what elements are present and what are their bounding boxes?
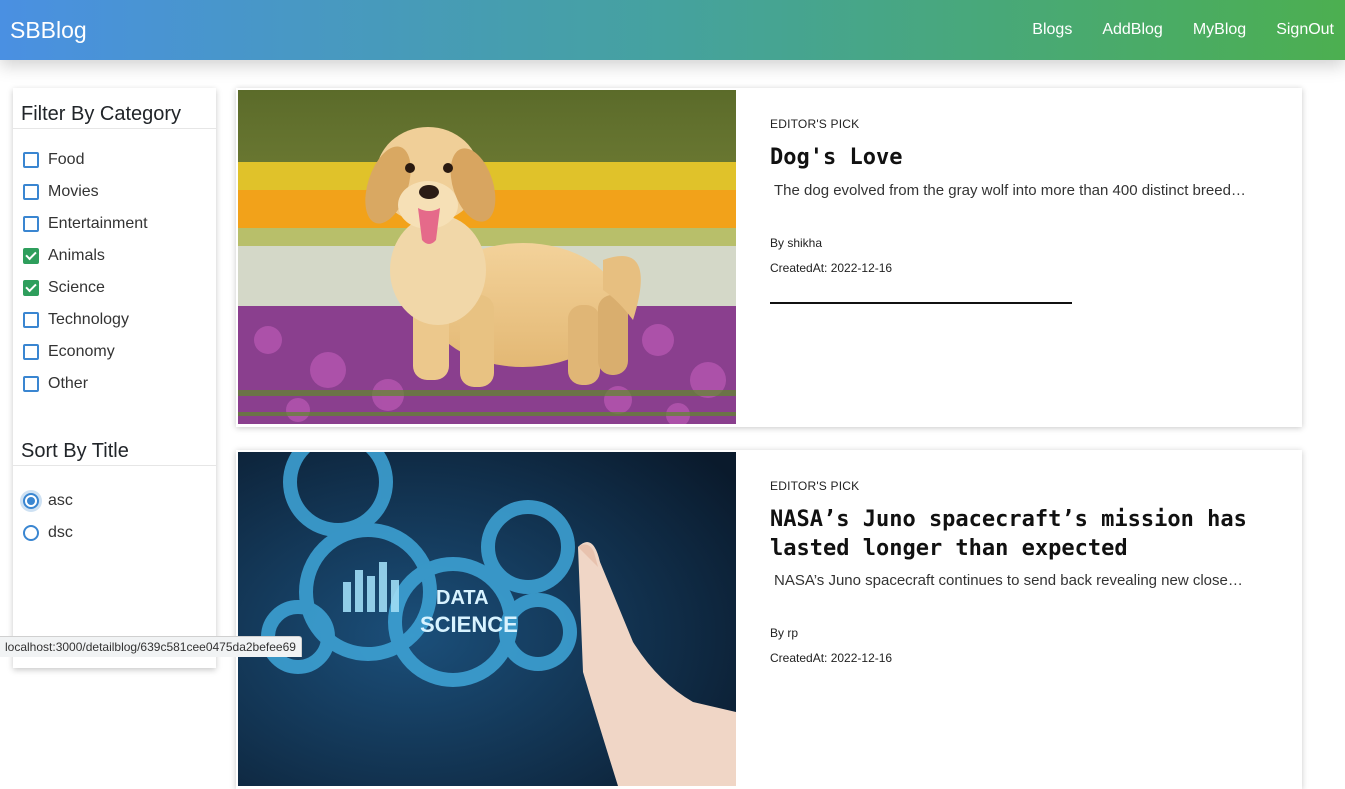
radio-dsc[interactable] xyxy=(23,525,39,541)
nav-link-addblog[interactable]: AddBlog xyxy=(1102,20,1163,40)
category-label: Economy xyxy=(48,343,115,360)
blog-card[interactable]: EDITOR'S PICK Dog's Love The dog evolved… xyxy=(236,88,1302,427)
sort-divider xyxy=(13,465,216,466)
nav-link-blogs[interactable]: Blogs xyxy=(1032,20,1072,40)
data-science-photo[interactable]: DATA SCIENCE xyxy=(238,452,736,786)
data-science-illustration: DATA SCIENCE xyxy=(238,452,736,786)
nav-link-signout[interactable]: SignOut xyxy=(1276,20,1334,40)
svg-text:SCIENCE: SCIENCE xyxy=(420,612,518,637)
post-title[interactable]: Dog's Love xyxy=(770,143,1250,172)
nav-links: Blogs AddBlog MyBlog SignOut xyxy=(1032,20,1334,40)
nav-link-myblog[interactable]: MyBlog xyxy=(1193,20,1246,40)
checkbox-technology[interactable] xyxy=(23,312,39,328)
post-author: By rp xyxy=(770,626,799,640)
checkbox-other[interactable] xyxy=(23,376,39,392)
category-label: Animals xyxy=(48,247,105,264)
category-science[interactable]: Science xyxy=(23,277,105,299)
category-movies[interactable]: Movies xyxy=(23,181,99,203)
category-economy[interactable]: Economy xyxy=(23,341,115,363)
category-food[interactable]: Food xyxy=(23,149,84,171)
post-excerpt: NASA’s Juno spacecraft continues to send… xyxy=(774,572,1246,589)
brand-logo[interactable]: SBBlog xyxy=(10,16,87,44)
filter-divider xyxy=(13,128,216,129)
post-author: By shikha xyxy=(770,236,823,250)
category-label: Science xyxy=(48,279,105,296)
checkbox-science[interactable] xyxy=(23,280,39,296)
category-animals[interactable]: Animals xyxy=(23,245,105,267)
checkbox-movies[interactable] xyxy=(23,184,39,200)
checkbox-food[interactable] xyxy=(23,152,39,168)
category-label: Technology xyxy=(48,311,129,328)
sort-dsc[interactable]: dsc xyxy=(23,522,73,544)
sidebar: Filter By Category Food Movies Entertain… xyxy=(13,88,216,668)
sort-title: Sort By Title xyxy=(21,440,129,462)
post-title[interactable]: NASA’s Juno spacecraft’s mission has las… xyxy=(770,505,1250,563)
category-label: Other xyxy=(48,375,89,392)
post-created-at: CreatedAt: 2022-12-16 xyxy=(770,651,893,665)
checkbox-animals[interactable] xyxy=(23,248,39,264)
category-label: Food xyxy=(48,151,85,168)
category-label: Movies xyxy=(48,183,99,200)
category-technology[interactable]: Technology xyxy=(23,309,129,331)
editors-pick-label: EDITOR'S PICK xyxy=(770,117,860,131)
checkbox-economy[interactable] xyxy=(23,344,39,360)
svg-text:DATA: DATA xyxy=(436,587,489,609)
golden-retriever-photo[interactable] xyxy=(238,90,736,424)
card-divider xyxy=(770,302,1072,304)
category-label: Entertainment xyxy=(48,215,148,232)
dog-image-illustration xyxy=(238,90,736,424)
blog-card[interactable]: DATA SCIENCE EDITOR'S PICK NASA’s Juno s… xyxy=(236,450,1302,789)
category-other[interactable]: Other xyxy=(23,373,88,395)
editors-pick-label: EDITOR'S PICK xyxy=(770,479,860,493)
post-excerpt: The dog evolved from the gray wolf into … xyxy=(774,182,1246,199)
category-entertainment[interactable]: Entertainment xyxy=(23,213,148,235)
post-created-at: CreatedAt: 2022-12-16 xyxy=(770,261,893,275)
radio-asc[interactable] xyxy=(23,493,39,509)
filter-title: Filter By Category xyxy=(21,103,182,125)
browser-status-url: localhost:3000/detailblog/639c581cee0475… xyxy=(0,636,302,657)
checkbox-entertainment[interactable] xyxy=(23,216,39,232)
sort-asc[interactable]: asc xyxy=(23,490,73,512)
navbar: SBBlog Blogs AddBlog MyBlog SignOut xyxy=(0,0,1345,60)
sort-label: asc xyxy=(48,492,73,509)
sort-label: dsc xyxy=(48,524,73,541)
